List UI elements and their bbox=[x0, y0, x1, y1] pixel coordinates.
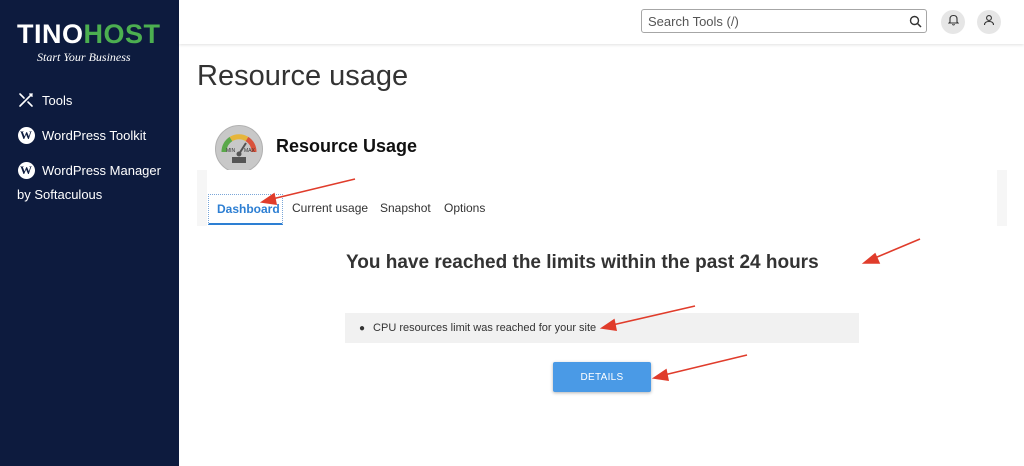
logo-part-tino: TINO bbox=[17, 19, 84, 49]
logo-part-host: HOST bbox=[83, 19, 161, 49]
limit-notice-text: CPU resources limit was reached for your… bbox=[373, 322, 597, 334]
sidebar-item-tools[interactable]: Tools bbox=[17, 91, 72, 109]
sidebar-item-label: WordPress Manager bbox=[42, 162, 161, 178]
bell-icon bbox=[947, 13, 959, 31]
logo-wordmark: TINOHOST bbox=[17, 20, 167, 48]
sidebar-item-label: WordPress Toolkit bbox=[42, 127, 147, 143]
sidebar-item-wordpress-manager[interactable]: W WordPress Manager bbox=[17, 161, 161, 179]
tab-options[interactable]: Options bbox=[444, 194, 485, 225]
wordpress-icon: W bbox=[17, 126, 35, 144]
top-bar bbox=[179, 0, 1024, 44]
arrow-head bbox=[651, 368, 670, 381]
notifications-button[interactable] bbox=[941, 10, 965, 34]
gauge-max-label: MAX bbox=[244, 148, 256, 154]
search-box[interactable] bbox=[641, 9, 927, 33]
bullet-icon: ● bbox=[359, 322, 366, 334]
sidebar-item-sublabel[interactable]: by Softaculous bbox=[17, 187, 102, 202]
gauge-icon: MIN MAX bbox=[215, 125, 263, 173]
section-title: Resource Usage bbox=[276, 136, 418, 156]
page-title: Resource usage bbox=[197, 60, 409, 92]
wordpress-icon: W bbox=[17, 161, 35, 179]
search-icon[interactable] bbox=[904, 15, 926, 28]
sidebar: TINOHOST Start Your Business Tools W Wor… bbox=[0, 0, 179, 466]
arrow-head bbox=[861, 252, 881, 264]
sidebar-item-label: Tools bbox=[42, 92, 73, 108]
sidebar-item-wordpress-toolkit[interactable]: W WordPress Toolkit bbox=[17, 126, 146, 144]
limits-headline: You have reached the limits within the p… bbox=[346, 252, 819, 273]
search-input[interactable] bbox=[642, 12, 904, 30]
user-icon bbox=[983, 13, 995, 31]
user-menu-button[interactable] bbox=[977, 10, 1001, 34]
tab-current-usage[interactable]: Current usage bbox=[292, 194, 368, 225]
tab-snapshot[interactable]: Snapshot bbox=[380, 194, 431, 225]
limit-notice: ● CPU resources limit was reached for yo… bbox=[345, 313, 859, 343]
details-button[interactable]: DETAILS bbox=[553, 362, 651, 392]
tab-dashboard[interactable]: Dashboard bbox=[208, 194, 283, 225]
logo[interactable]: TINOHOST Start Your Business bbox=[17, 20, 167, 65]
tools-icon bbox=[17, 91, 35, 109]
gauge-min-label: MIN bbox=[226, 148, 236, 154]
logo-tagline: Start Your Business bbox=[37, 50, 131, 64]
